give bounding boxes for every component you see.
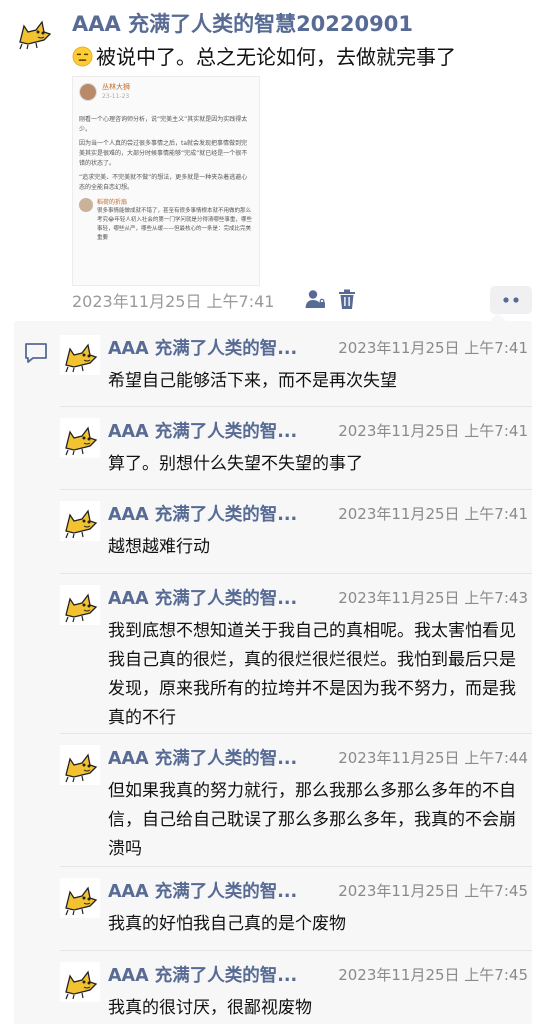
comment-time: 2023年11月25日 上午7:45 <box>338 966 528 984</box>
comment-bubble-icon <box>25 343 47 363</box>
comment-author[interactable]: AAA 充满了人类的智... <box>108 501 314 526</box>
image-reply: 稻荷的折扇 很多事情能做成就不错了，甚至有很多事情根本就不用做的那么考究😂年轻人… <box>79 198 253 243</box>
cat-avatar-icon[interactable] <box>60 585 100 625</box>
image-avatar <box>79 83 97 101</box>
comment-time: 2023年11月25日 上午7:41 <box>338 339 528 357</box>
comment-text: 我到底想不想知道关于我自己的真相呢。我太害怕看见我自己真的很烂，真的很烂很烂很烂… <box>108 621 516 728</box>
comment-text: 算了。别想什么失望不失望的事了 <box>108 454 363 474</box>
image-reply-avatar <box>79 198 93 212</box>
comment-author[interactable]: AAA 充满了人类的智... <box>108 585 314 610</box>
moments-post-detail: AAA 充满了人类的智慧20220901 被说中了。总之无论如何，去做就完事了 … <box>0 0 542 1024</box>
comment-time: 2023年11月25日 上午7:45 <box>338 882 528 900</box>
image-paragraph: 因为当一个人真的尝过很多事情之后，ta就会发现把事情做到完美其实是很难的，大部分… <box>79 140 248 167</box>
image-username: 丛林大狮 <box>102 83 130 91</box>
post-text-content: 被说中了。总之无论如何，去做就完事了 <box>96 45 456 69</box>
post-author-name[interactable]: AAA 充满了人类的智慧20220901 <box>72 8 413 38</box>
image-post-header: 丛林大狮 23-11-23 <box>79 83 253 111</box>
cat-avatar-icon[interactable] <box>60 962 100 1002</box>
comment-time: 2023年11月25日 上午7:44 <box>338 749 528 767</box>
comment-text: 希望自己能够活下来，而不是再次失望 <box>108 371 397 391</box>
comment-author[interactable]: AAA 充满了人类的智... <box>108 962 314 987</box>
person-privacy-icon[interactable] <box>304 288 326 310</box>
comment-time: 2023年11月25日 上午7:43 <box>338 589 528 607</box>
expressionless-face-icon <box>72 46 93 67</box>
cat-avatar-icon[interactable] <box>14 12 54 52</box>
comment-text: 越想越难行动 <box>108 537 210 557</box>
image-reply-username: 稻荷的折扇 <box>97 199 128 206</box>
cat-avatar-icon[interactable] <box>60 501 100 541</box>
comment-author[interactable]: AAA 充满了人类的智... <box>108 878 314 903</box>
post-timestamp: 2023年11月25日 上午7:41 <box>72 292 275 311</box>
more-button[interactable] <box>490 286 532 314</box>
more-dots-icon <box>503 297 519 303</box>
trash-icon[interactable] <box>336 288 358 310</box>
comment-time: 2023年11月25日 上午7:41 <box>338 505 528 523</box>
cat-avatar-icon[interactable] <box>60 418 100 458</box>
comment-text: 但如果我真的努力就行，那么我那么多那么多年的不自信，自己给自己耽误了那么多那么多… <box>108 781 516 859</box>
cat-avatar-icon[interactable] <box>60 335 100 375</box>
post-image[interactable]: 丛林大狮 23-11-23 刚看一个心理咨询师分析，说“完美主义”其实就是因为实… <box>72 76 260 286</box>
comment-author[interactable]: AAA 充满了人类的智... <box>108 335 314 360</box>
image-date: 23-11-23 <box>102 93 130 100</box>
image-paragraph: 刚看一个心理咨询师分析，说“完美主义”其实就是因为实践得太少。 <box>79 116 248 133</box>
comments-panel: AAA 充满了人类的智... 2023年11月25日 上午7:41 希望自己能够… <box>14 313 532 1024</box>
image-reply-text: 很多事情能做成就不错了，甚至有很多事情根本就不用做的那么考究😂年轻人初入社会的第… <box>97 208 252 241</box>
cat-avatar-icon[interactable] <box>60 878 100 918</box>
comment-time: 2023年11月25日 上午7:41 <box>338 422 528 440</box>
comment-text: 我真的很讨厌，很鄙视废物 <box>108 998 312 1018</box>
cat-avatar-icon[interactable] <box>60 745 100 785</box>
comment-text: 我真的好怕我自己真的是个废物 <box>108 914 346 934</box>
post-text: 被说中了。总之无论如何，去做就完事了 <box>72 42 532 72</box>
comment-author[interactable]: AAA 充满了人类的智... <box>108 745 314 770</box>
comment-author[interactable]: AAA 充满了人类的智... <box>108 418 314 443</box>
image-paragraph: “追求完美、不完美就不做”的想法，更多就是一种夹杂着逃避心态的全能自恋幻想。 <box>79 174 248 191</box>
